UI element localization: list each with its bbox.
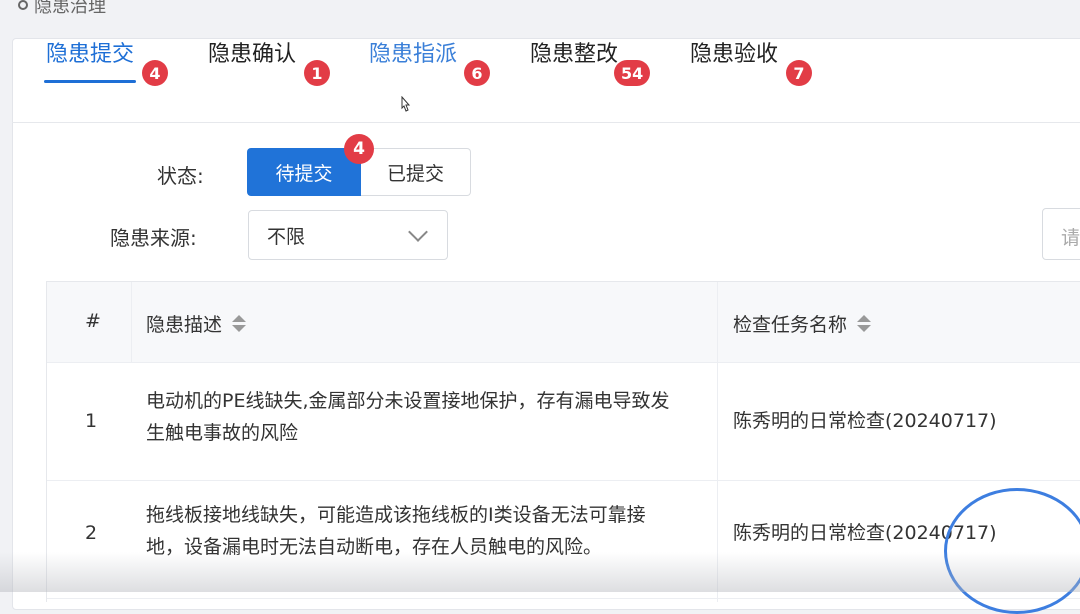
- active-tab-indicator: [44, 80, 137, 83]
- table-row[interactable]: 1 电动机的PE线缺失,金属部分未设置接地保护，存有漏电导致发 生触电事故的风险…: [47, 362, 1080, 481]
- status-label: 状态:: [157, 164, 204, 188]
- source-select-value: 不限: [267, 225, 306, 248]
- source-label: 隐患来源:: [110, 226, 197, 250]
- row-description-line: 电动机的PE线缺失,金属部分未设置接地保护，存有漏电导致发: [146, 390, 670, 412]
- tab-label: 隐患整改: [530, 42, 619, 67]
- row-description-line: 拖线板接地线缺失，可能造成该拖线板的I类设备无法可靠接: [146, 504, 646, 526]
- mouse-cursor-icon: [401, 96, 411, 112]
- status-pending-button[interactable]: 待提交: [247, 148, 361, 196]
- search-input[interactable]: 请: [1042, 208, 1080, 260]
- column-divider: [131, 282, 132, 362]
- header-description[interactable]: 隐患描述: [146, 310, 247, 337]
- header-index: #: [85, 310, 101, 332]
- tab-label: 隐患验收: [690, 42, 779, 67]
- tab-badge: 7: [786, 60, 812, 86]
- tab-badge: 1: [304, 60, 330, 86]
- tab-badge: 54: [614, 60, 651, 86]
- source-select[interactable]: 不限: [248, 210, 448, 260]
- status-submitted-button[interactable]: 已提交: [361, 148, 471, 196]
- tab-label: 隐患确认: [208, 42, 297, 67]
- tab-hazard-submit[interactable]: 隐患提交: [44, 36, 137, 83]
- tab-hazard-confirm[interactable]: 隐患确认: [208, 36, 296, 68]
- header-description-label: 隐患描述: [146, 314, 223, 336]
- status-pending-label: 待提交: [275, 162, 333, 185]
- breadcrumb-label: 隐患治理: [34, 0, 106, 17]
- tab-hazard-rectify[interactable]: 隐患整改: [530, 36, 618, 68]
- chevron-down-icon: [408, 222, 428, 242]
- row-index: 2: [85, 522, 98, 544]
- header-task-label: 检查任务名称: [733, 314, 848, 336]
- header-task[interactable]: 检查任务名称: [733, 310, 872, 337]
- tab-badge: 6: [464, 60, 490, 86]
- status-submitted-label: 已提交: [386, 162, 444, 185]
- tab-hazard-accept[interactable]: 隐患验收: [690, 36, 778, 68]
- row-description: 电动机的PE线缺失,金属部分未设置接地保护，存有漏电导致发 生触电事故的风险: [146, 385, 716, 449]
- breadcrumb[interactable]: 隐患治理: [18, 0, 106, 18]
- row-task: 陈秀明的日常检查(20240717): [733, 410, 997, 432]
- search-placeholder: 请: [1061, 227, 1080, 249]
- highlight-circle-annotation: [944, 488, 1080, 614]
- tab-label: 隐患指派: [369, 42, 458, 67]
- status-pending-badge: 4: [344, 134, 374, 164]
- sort-icon[interactable]: [857, 315, 872, 332]
- row-description-line: 生触电事故的风险: [146, 422, 299, 444]
- tab-label: 隐患提交: [46, 42, 135, 67]
- bottom-shadow: [0, 552, 1080, 592]
- table-header: # 隐患描述 检查任务名称: [47, 282, 1080, 363]
- tab-hazard-assign[interactable]: 隐患指派: [369, 36, 457, 68]
- row-index: 1: [85, 410, 98, 432]
- sort-icon[interactable]: [232, 315, 247, 332]
- tab-badge: 4: [142, 60, 168, 86]
- tabs-divider: [12, 122, 1080, 123]
- location-icon: [18, 0, 28, 10]
